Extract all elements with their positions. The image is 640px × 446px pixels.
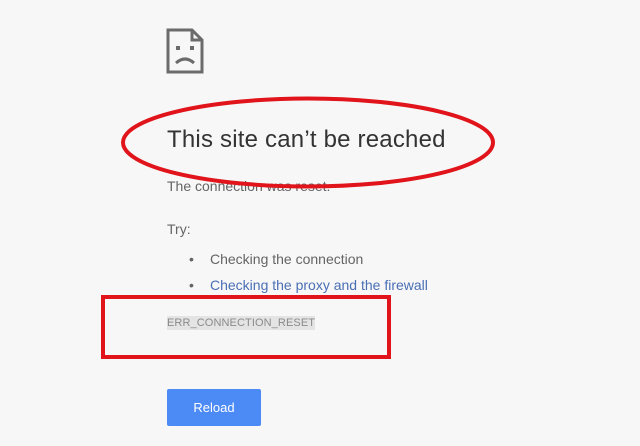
suggestion-list: • Checking the connection • Checking the… (189, 246, 428, 298)
suggestion-item-connection: • Checking the connection (189, 246, 428, 272)
error-code: ERR_CONNECTION_RESET (167, 316, 316, 330)
proxy-firewall-link[interactable]: Checking the proxy and the firewall (210, 277, 428, 293)
sad-page-icon (166, 28, 204, 74)
page-title: This site can’t be reached (167, 126, 446, 153)
bullet: • (189, 251, 194, 267)
error-page: This site can’t be reached The connectio… (0, 0, 640, 446)
reload-button[interactable]: Reload (167, 389, 261, 426)
suggestion-label: Checking the connection (210, 251, 364, 267)
bullet: • (189, 277, 194, 293)
suggestion-item-proxy-firewall: • Checking the proxy and the firewall (189, 272, 428, 298)
try-label: Try: (167, 221, 191, 237)
error-description: The connection was reset. (167, 178, 331, 194)
